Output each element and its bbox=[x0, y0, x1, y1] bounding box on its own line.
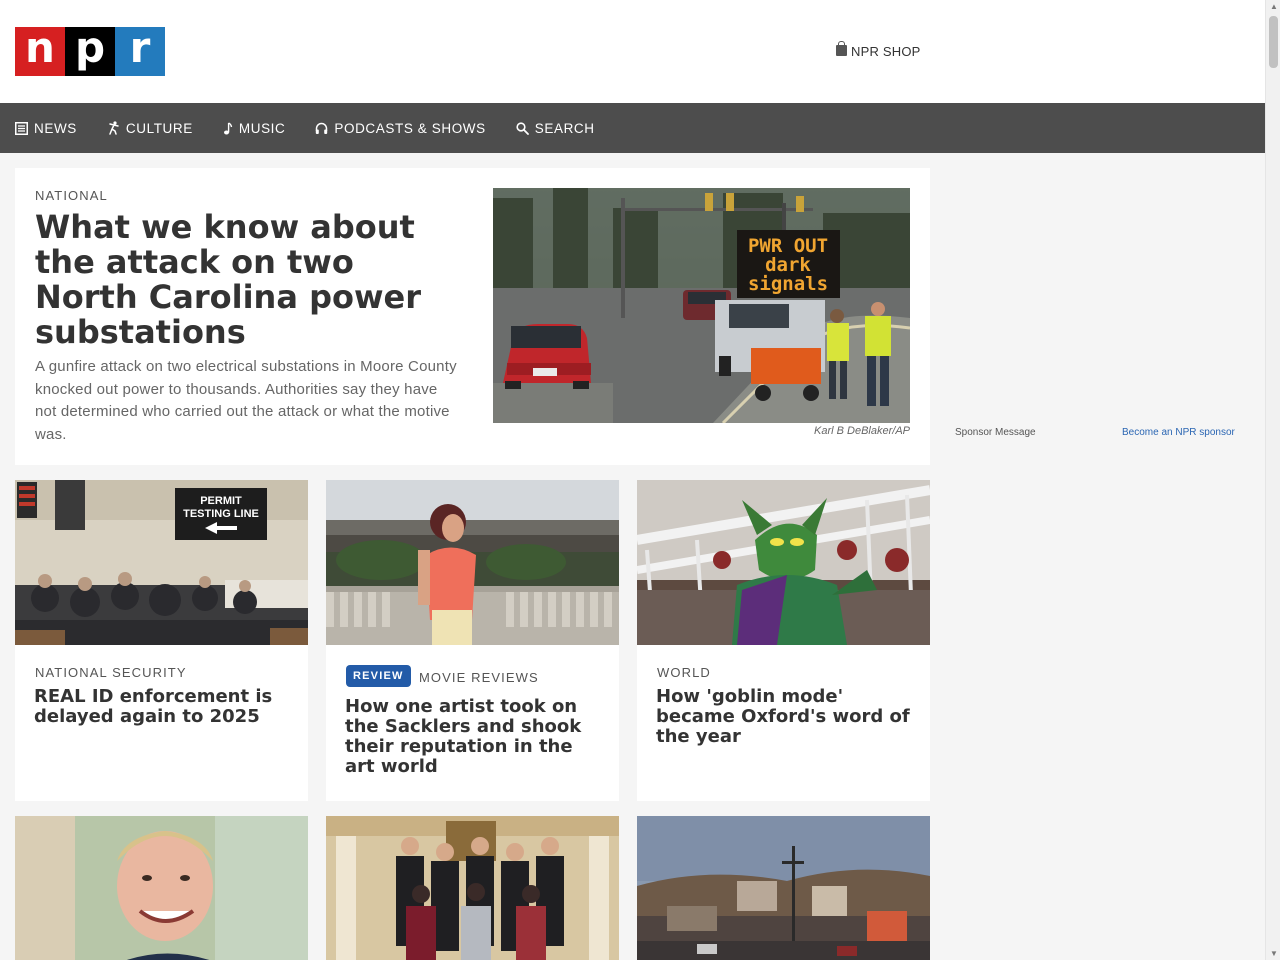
featured-teaser: A gunfire attack on two electrical subst… bbox=[35, 358, 457, 443]
featured-image[interactable]: PWR OUT dark signals bbox=[493, 188, 910, 423]
town-photo bbox=[637, 816, 930, 960]
story-card: REVIEW MOVIE REVIEWS How one artist took… bbox=[326, 480, 619, 801]
story-image[interactable] bbox=[637, 816, 930, 960]
newspaper-icon bbox=[15, 121, 28, 135]
story-slug[interactable]: WORLD bbox=[657, 665, 711, 680]
story-headline[interactable]: REAL ID enforcement is delayed again to … bbox=[34, 687, 292, 727]
story-headline[interactable]: How 'goblin mode' became Oxford's word o… bbox=[656, 687, 914, 747]
scroll-down-arrow-icon[interactable]: ▼ bbox=[1270, 949, 1278, 958]
power-outage-photo: PWR OUT dark signals bbox=[493, 188, 910, 423]
story-headline[interactable]: How one artist took on the Sacklers and … bbox=[345, 697, 603, 777]
nav-music-label: MUSIC bbox=[238, 120, 286, 136]
page-scrollbar[interactable]: ▲ ▼ bbox=[1265, 0, 1280, 960]
story-card bbox=[326, 816, 619, 960]
story-image[interactable] bbox=[15, 816, 308, 960]
portrait-photo bbox=[15, 816, 308, 960]
group-photo bbox=[326, 816, 619, 960]
story-slug[interactable]: NATIONAL SECURITY bbox=[35, 665, 187, 680]
nav-podcasts-shows[interactable]: PODCASTS & SHOWS bbox=[315, 121, 485, 136]
featured-story: NATIONAL What we know about the attack o… bbox=[15, 168, 930, 465]
nav-podcasts-label: PODCASTS & SHOWS bbox=[334, 120, 486, 136]
sign-text-3: signals bbox=[748, 273, 828, 295]
goblin-costume-photo bbox=[637, 480, 930, 645]
nav-search-label: SEARCH bbox=[534, 120, 595, 136]
dancer-icon bbox=[109, 121, 119, 135]
main-nav: NEWS CULTURE MUSIC PODCASTS & SHOWS SEAR… bbox=[0, 103, 1265, 153]
featured-slug[interactable]: NATIONAL bbox=[35, 188, 108, 203]
story-image[interactable] bbox=[326, 816, 619, 960]
nav-music[interactable]: MUSIC bbox=[223, 121, 286, 136]
npr-shop-link[interactable]: NPR SHOP bbox=[836, 41, 921, 59]
story-image[interactable]: PERMIT TESTING LINE bbox=[15, 480, 308, 645]
artist-photo bbox=[326, 480, 619, 645]
scroll-thumb[interactable] bbox=[1269, 16, 1278, 68]
sponsor-message-label: Sponsor Message bbox=[955, 427, 1036, 438]
nav-news[interactable]: NEWS bbox=[15, 121, 77, 136]
story-card: WORLD How 'goblin mode' became Oxford's … bbox=[637, 480, 930, 801]
story-image[interactable] bbox=[637, 480, 930, 645]
permit-sign-text-2: TESTING LINE bbox=[183, 508, 259, 520]
nav-culture[interactable]: CULTURE bbox=[107, 121, 193, 136]
story-slug[interactable]: MOVIE REVIEWS bbox=[419, 670, 539, 685]
search-icon bbox=[516, 121, 529, 135]
story-card bbox=[637, 816, 930, 960]
become-sponsor-link[interactable]: Become an NPR sponsor bbox=[1122, 427, 1235, 438]
headphones-icon bbox=[316, 122, 328, 134]
story-card: PERMIT TESTING LINE NATIONAL SECURITY RE… bbox=[15, 480, 308, 801]
story-image[interactable] bbox=[326, 480, 619, 645]
npr-shop-label: NPR SHOP bbox=[851, 44, 921, 59]
logo-letter-p: p bbox=[65, 26, 115, 76]
photo-credit: Karl B DeBlaker/AP bbox=[814, 425, 910, 437]
scroll-up-arrow-icon[interactable]: ▲ bbox=[1270, 2, 1278, 11]
shopping-bag-icon bbox=[836, 41, 847, 56]
nav-culture-label: CULTURE bbox=[125, 120, 193, 136]
music-note-icon bbox=[223, 121, 233, 134]
nav-search[interactable]: SEARCH bbox=[516, 121, 595, 136]
featured-headline[interactable]: What we know about the attack on two Nor… bbox=[35, 210, 465, 350]
logo-letter-r: r bbox=[115, 26, 165, 76]
site-header: n p r NPR SHOP bbox=[0, 0, 1265, 103]
permit-sign-text-1: PERMIT bbox=[200, 495, 242, 507]
review-badge[interactable]: REVIEW bbox=[346, 665, 411, 687]
story-card bbox=[15, 816, 308, 960]
nav-news-label: NEWS bbox=[34, 120, 77, 136]
npr-logo[interactable]: n p r bbox=[15, 26, 165, 76]
logo-letter-n: n bbox=[15, 26, 65, 76]
dmv-photo: PERMIT TESTING LINE bbox=[15, 480, 308, 645]
